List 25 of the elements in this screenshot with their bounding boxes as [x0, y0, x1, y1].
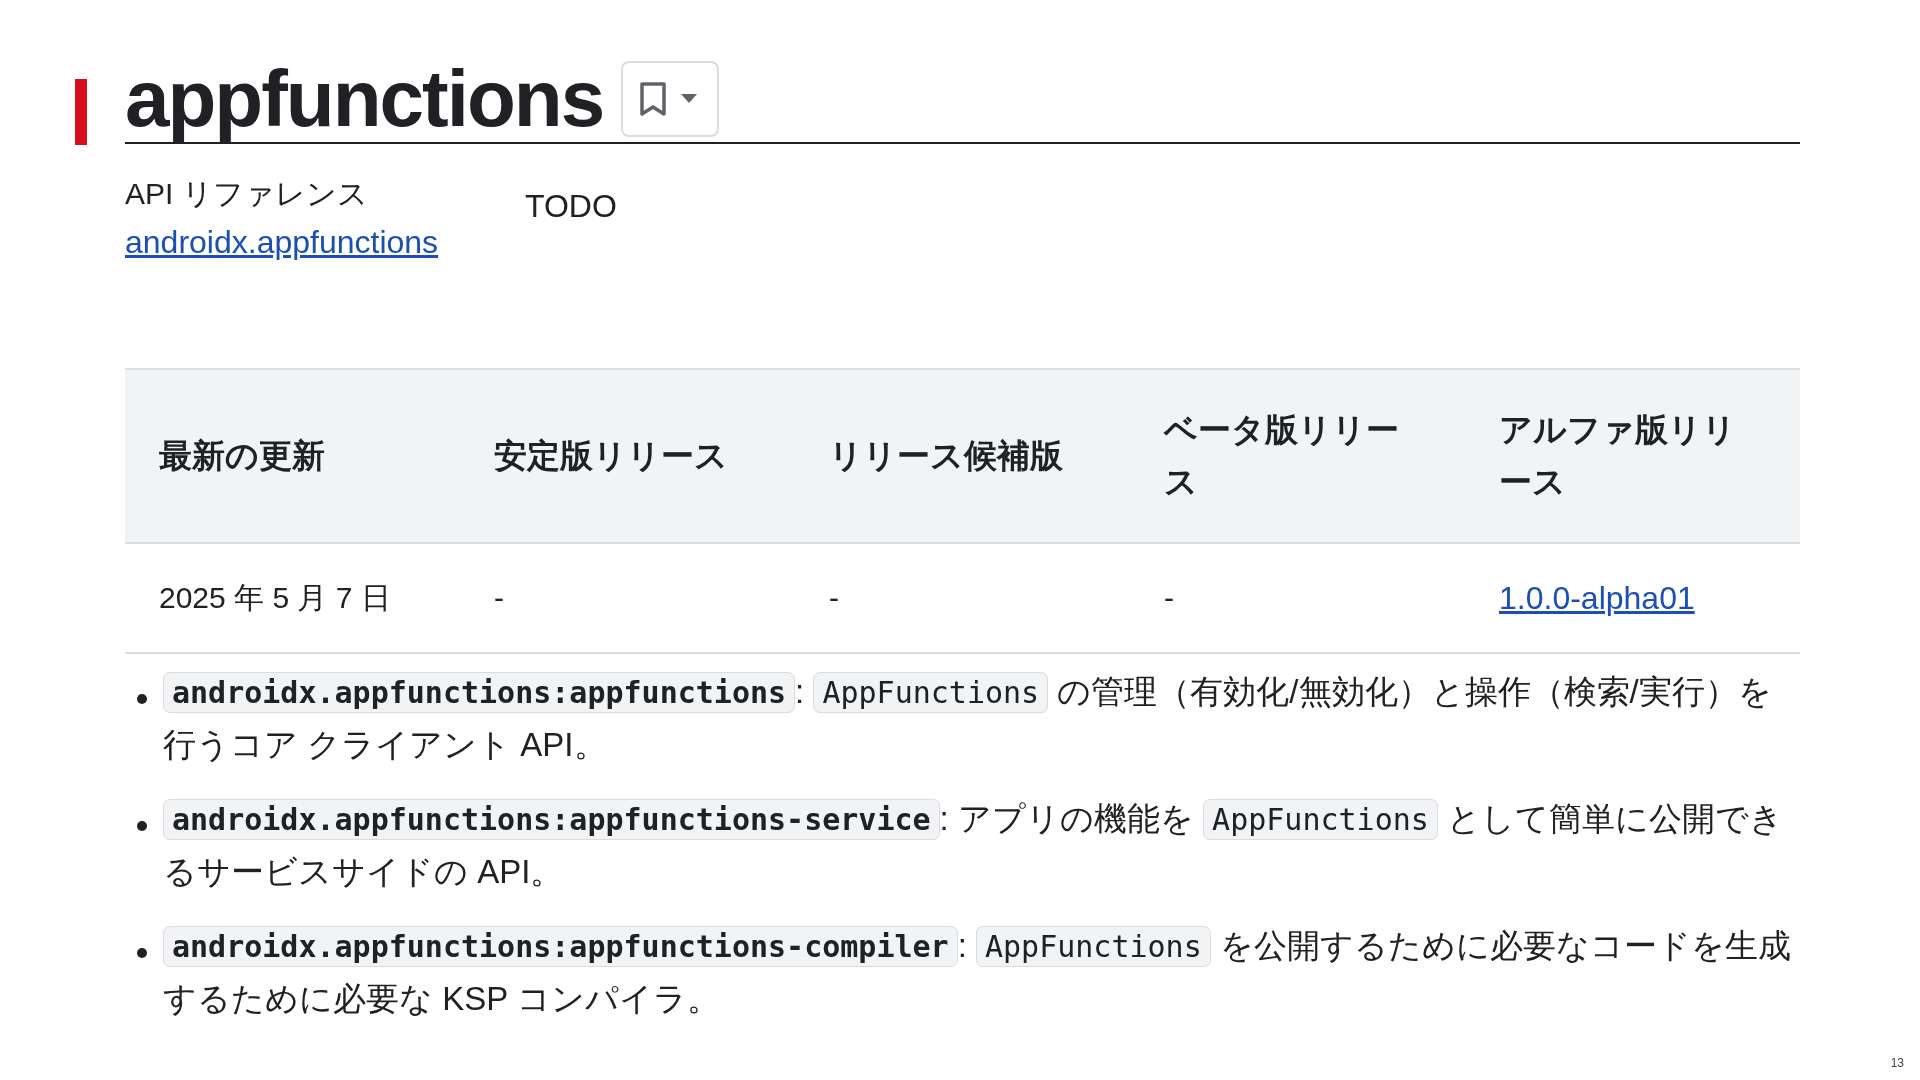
- bullet-icon: [137, 821, 147, 831]
- bullet-text: androidx.appfunctions:appfunctions-compiler : AppFunctions を公開するために必要なコードを生成するために必要な KSP コンパイラ。: [163, 925, 1792, 1019]
- table-cell: -: [1164, 581, 1174, 614]
- bullet-text: androidx.appfunctions:appfunctions-service : アプリの機能を AppFunctions として簡単に公開できるサービスサイドの API。: [163, 798, 1785, 892]
- bullet-text: androidx.appfunctions:appfunctions : AppFunctions の管理（有効化/無効化）と操作（検索/実行）を行うコア クライアント API。: [163, 671, 1773, 765]
- table-cell: -: [829, 581, 839, 614]
- page-title: appfunctions: [125, 55, 604, 142]
- page-number: 13: [1890, 1056, 1904, 1070]
- table-cell: 2025 年 5 月 7 日: [159, 580, 391, 614]
- bookmark-button[interactable]: [621, 60, 720, 137]
- table-cell: -: [494, 581, 504, 614]
- version-link[interactable]: 1.0.0-alpha01: [1499, 580, 1695, 616]
- api-reference-label: API リファレンス: [125, 176, 369, 212]
- bookmark-icon: [639, 80, 668, 117]
- column-header: ベータ版リリース: [1130, 369, 1465, 543]
- package-link[interactable]: androidx.appfunctions: [125, 216, 525, 268]
- bullet-icon: [137, 948, 147, 958]
- caret-icon: [681, 94, 698, 103]
- column-header: アルファ版リリース: [1465, 369, 1800, 543]
- bullet-icon: [137, 694, 147, 704]
- column-header: 安定版リリース: [460, 369, 795, 543]
- column-header: 最新の更新: [125, 369, 460, 543]
- accent-bar: [75, 79, 87, 145]
- description-text: TODO: [525, 188, 617, 226]
- column-header: リリース候補版: [795, 369, 1130, 543]
